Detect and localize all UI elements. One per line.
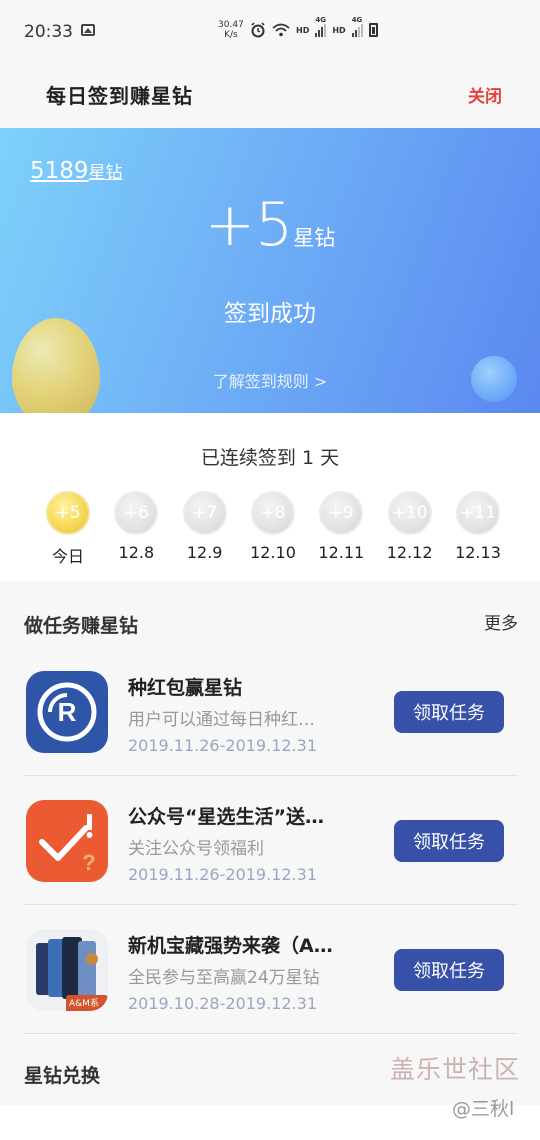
signal-icon-1: 4G [315, 16, 327, 37]
coin-icon: +10 [387, 491, 432, 535]
balance-value: 5189 [30, 158, 89, 184]
day-label: 12.13 [455, 543, 501, 562]
task-name: 新机宝藏强势来袭（A… [128, 935, 333, 957]
gallery-notification-icon [81, 24, 95, 36]
streak-day-6: +11 12.13 [448, 491, 508, 567]
streak-day-3: +8 12.10 [243, 491, 303, 567]
network-speed-unit: K/s [224, 30, 238, 40]
claim-task-button[interactable]: 领取任务 [394, 949, 504, 991]
rules-link[interactable]: 了解签到规则 > [0, 368, 540, 392]
status-bar: 20:33 30.47 K/s HD 4G HD 4G [0, 0, 540, 64]
gain-unit: 星钻 [293, 226, 336, 250]
task-date: 2019.10.28-2019.12.31 [128, 994, 317, 1013]
tasks-title: 做任务赚星钻 [24, 615, 139, 637]
page-title: 每日签到赚星钻 [46, 84, 193, 108]
alarm-icon [251, 22, 265, 38]
task-item-1[interactable]: ? 公众号“星选生活”送… 关注公众号领福利 2019.11.26-2019.1… [24, 776, 518, 905]
streak-section: 已连续签到 1 天 +5 今日 +6 12.8 +7 12.9 +8 12.10… [0, 413, 540, 581]
balloon-decoration [12, 318, 100, 413]
streak-day-0: +5 今日 [38, 491, 98, 567]
network-speed: 30.47 K/s [218, 20, 244, 40]
task-desc: 关注公众号领福利 [128, 839, 264, 859]
coin-icon: +5 [46, 491, 90, 535]
checkin-status: 签到成功 [224, 301, 316, 327]
task-desc: 全民参与至高赢24万星钻 [128, 968, 320, 988]
exchange-title: 星钻兑换 [24, 1065, 101, 1087]
gain-value: +5 [204, 190, 294, 260]
status-icons: HD 4G HD 4G [250, 16, 378, 38]
streak-coins: +5 今日 +6 12.8 +7 12.9 +8 12.10 +9 12.11 … [38, 491, 508, 567]
task-item-0[interactable]: R 种红包赢星钻 用户可以通过每日种红… 2019.11.26-2019.12.… [24, 647, 518, 776]
page-header: 每日签到赚星钻 关闭 [0, 64, 540, 128]
wifi-icon [272, 23, 290, 37]
coin-icon: +11 [455, 491, 500, 535]
signal-icon-2: 4G [351, 16, 363, 37]
user-watermark: @三秋l [452, 1098, 515, 1120]
tasks-section: 做任务赚星钻 更多 R 种红包赢星钻 用户可以通过每日种红… 2019.11.2… [0, 581, 540, 1105]
claim-task-button[interactable]: 领取任务 [394, 691, 504, 733]
streak-day-5: +10 12.12 [380, 491, 440, 567]
balance-unit: 星钻 [88, 163, 123, 183]
task-name: 公众号“星选生活”送… [128, 806, 324, 828]
net-type-1: 4G [315, 16, 326, 24]
hd-label-2: HD [332, 25, 346, 35]
task-date: 2019.11.26-2019.12.31 [128, 736, 317, 755]
coin-icon: +7 [182, 491, 227, 535]
balance-link[interactable]: 5189 星钻 [30, 158, 123, 184]
streak-day-1: +6 12.8 [106, 491, 166, 567]
day-label: 12.8 [118, 543, 155, 562]
svg-text:R: R [58, 697, 77, 727]
network-speed-value: 30.47 [218, 20, 244, 30]
series-badge: A&M系列 [66, 995, 108, 1011]
net-type-2: 4G [351, 16, 363, 24]
coin-icon: +8 [250, 491, 295, 535]
claim-task-button[interactable]: 领取任务 [394, 820, 504, 862]
phones-icon: A&M系列 [26, 929, 108, 1011]
day-label: 今日 [51, 547, 84, 566]
task-name: 种红包赢星钻 [128, 677, 243, 699]
day-label: 12.9 [186, 543, 223, 562]
day-label: 12.12 [386, 543, 433, 562]
battery-icon [368, 23, 378, 37]
coin-icon: +9 [319, 491, 364, 535]
check-exclamation-icon: ? [26, 800, 108, 882]
day-label: 12.11 [318, 543, 365, 562]
samsung-rewards-icon: R [26, 671, 108, 753]
task-item-2[interactable]: A&M系列 新机宝藏强势来袭（A… 全民参与至高赢24万星钻 2019.10.2… [24, 905, 518, 1034]
gain-amount: +5星钻 [0, 190, 540, 260]
checkin-banner: 5189 星钻 +5星钻 签到成功 了解签到规则 > [0, 128, 540, 413]
streak-day-2: +7 12.9 [175, 491, 235, 567]
status-time: 20:33 [24, 22, 73, 42]
streak-day-4: +9 12.11 [311, 491, 371, 567]
close-button[interactable]: 关闭 [468, 82, 502, 107]
task-desc: 用户可以通过每日种红… [128, 710, 315, 730]
svg-text:?: ? [82, 850, 95, 875]
task-date: 2019.11.26-2019.12.31 [128, 865, 317, 884]
day-label: 12.10 [250, 543, 296, 562]
coin-icon: +6 [114, 491, 159, 535]
streak-text: 已连续签到 1 天 [200, 447, 340, 469]
more-link[interactable]: 更多 [484, 609, 518, 634]
community-watermark: 盖乐世社区 [390, 1055, 521, 1084]
hd-label-1: HD [296, 25, 310, 35]
